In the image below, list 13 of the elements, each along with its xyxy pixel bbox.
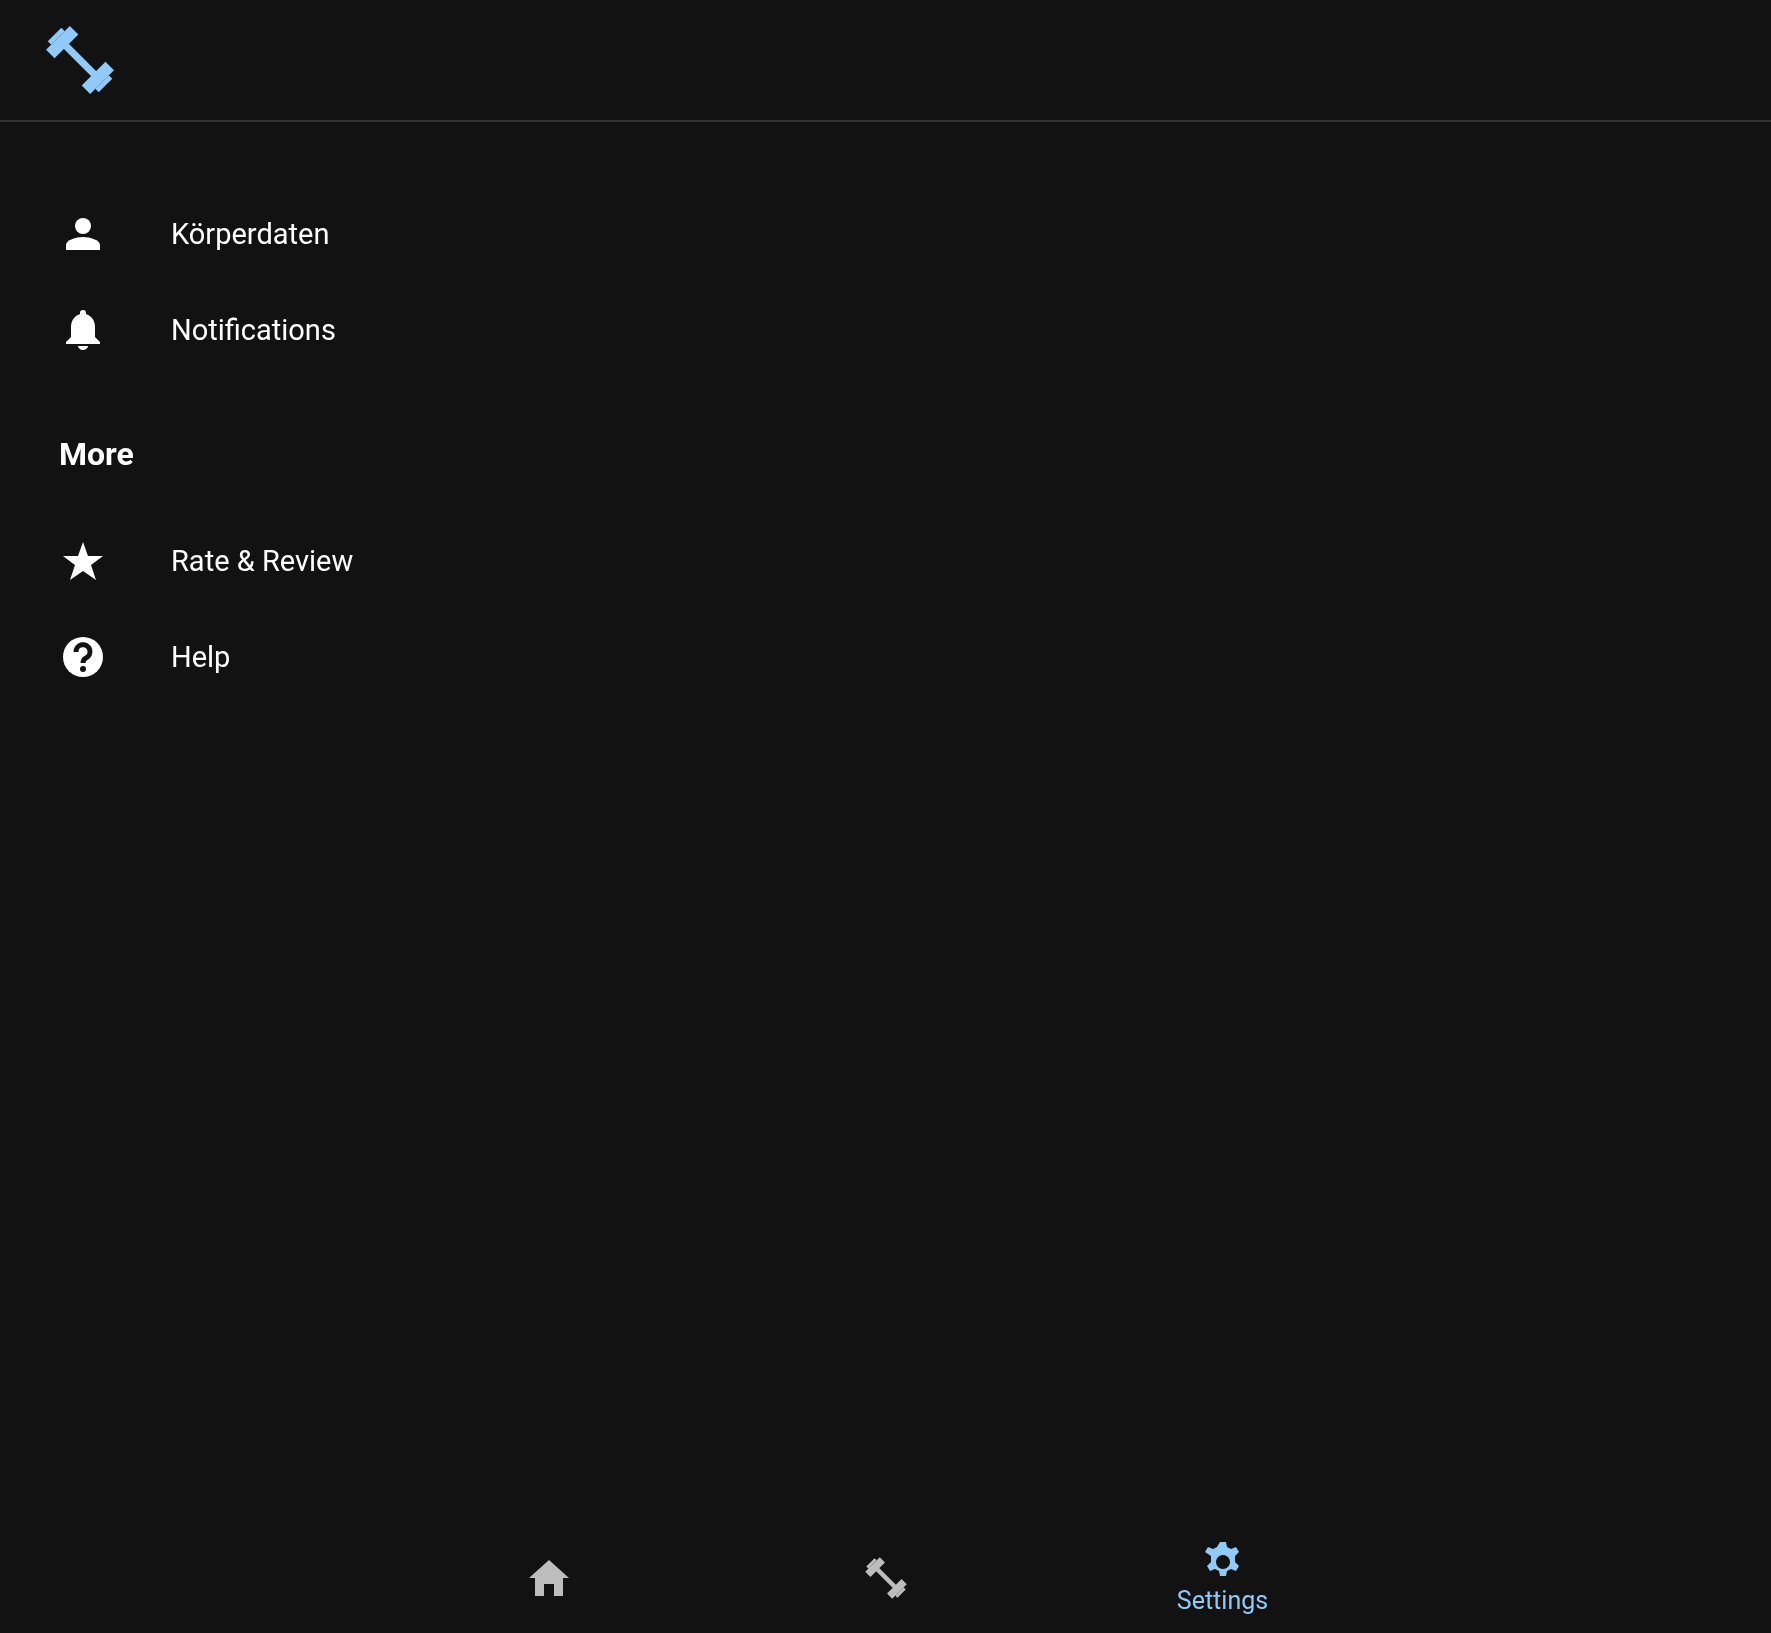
dumbbell-logo-icon xyxy=(44,24,116,96)
settings-item[interactable]: Help xyxy=(171,640,231,674)
dumbbell-icon[interactable] xyxy=(863,1556,908,1600)
settings-item[interactable]: Rate & Review xyxy=(171,544,354,578)
nav-label[interactable]: Settings xyxy=(1176,1585,1269,1615)
help-icon xyxy=(63,637,103,677)
settings-item[interactable]: Körperdaten xyxy=(171,217,330,251)
section-heading: More xyxy=(59,434,134,474)
home-icon[interactable] xyxy=(528,1560,569,1596)
settings-item[interactable]: Notifications xyxy=(171,313,336,347)
bell-icon xyxy=(66,310,100,350)
person-icon xyxy=(66,218,100,250)
star-icon xyxy=(63,542,103,580)
